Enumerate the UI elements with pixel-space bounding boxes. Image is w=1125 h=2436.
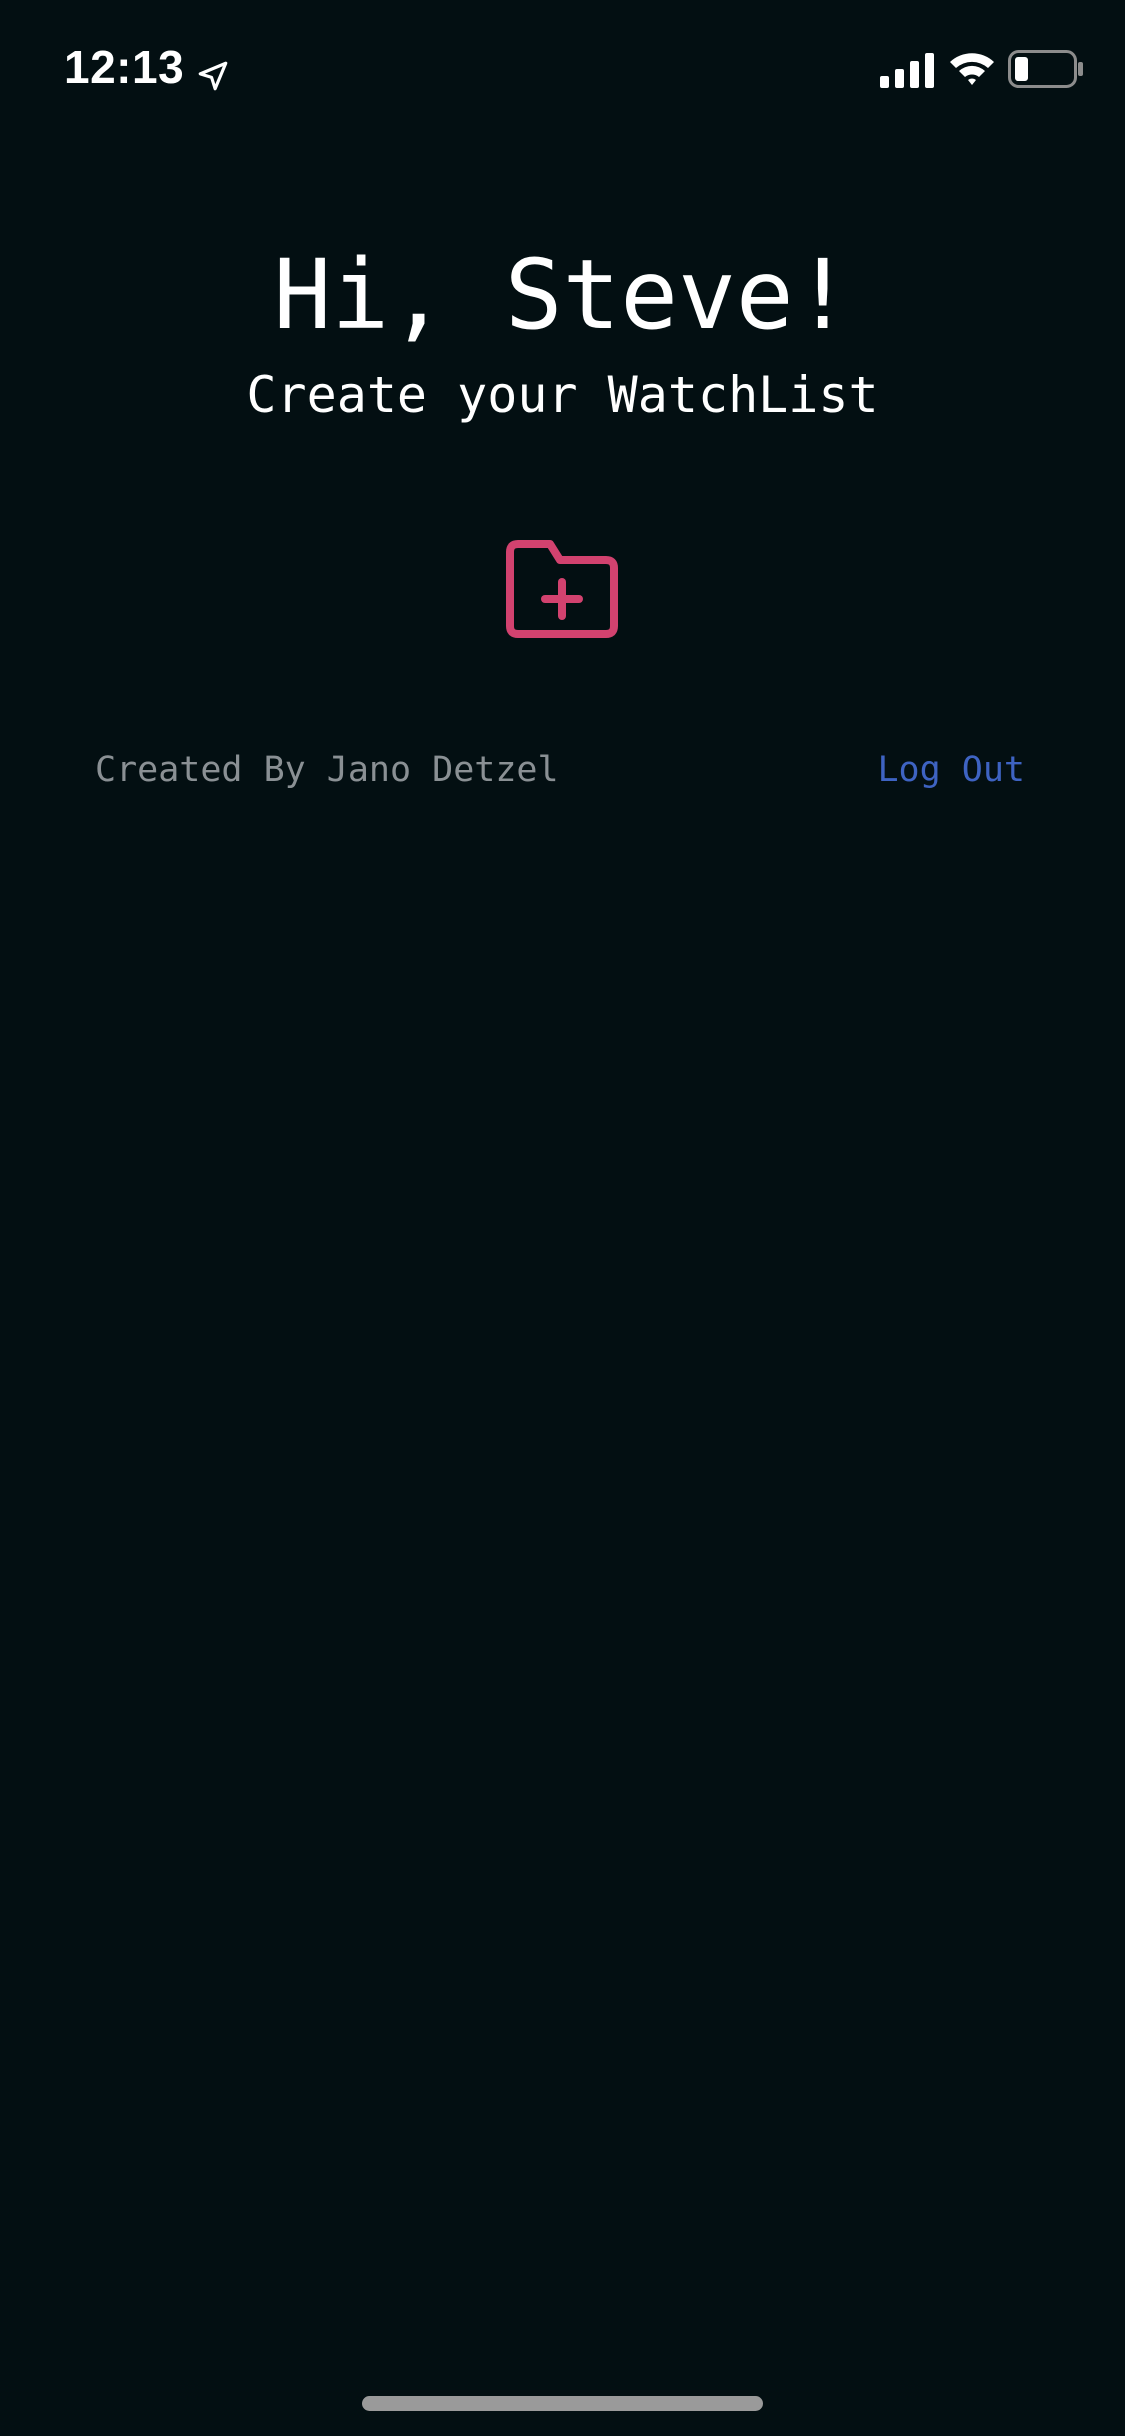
location-arrow-icon (196, 50, 230, 91)
folder-plus-icon (500, 540, 625, 654)
wifi-icon (948, 48, 996, 88)
create-watchlist-button[interactable] (500, 530, 625, 650)
status-time: 12:13 (64, 41, 185, 93)
status-bar: 12:13 (0, 0, 1125, 140)
credit-text: Created By Jano Detzel (95, 750, 559, 790)
footer-row: Created By Jano Detzel Log Out (95, 744, 1025, 796)
home-indicator[interactable] (362, 2396, 763, 2411)
logout-button[interactable]: Log Out (877, 744, 1025, 796)
page-subtitle: Create your WatchList (246, 366, 879, 424)
battery-icon (1008, 50, 1084, 88)
greeting-title: Hi, Steve! (273, 239, 852, 351)
cellular-signal-icon (880, 52, 936, 88)
status-time-container: 12:13 (64, 40, 230, 94)
